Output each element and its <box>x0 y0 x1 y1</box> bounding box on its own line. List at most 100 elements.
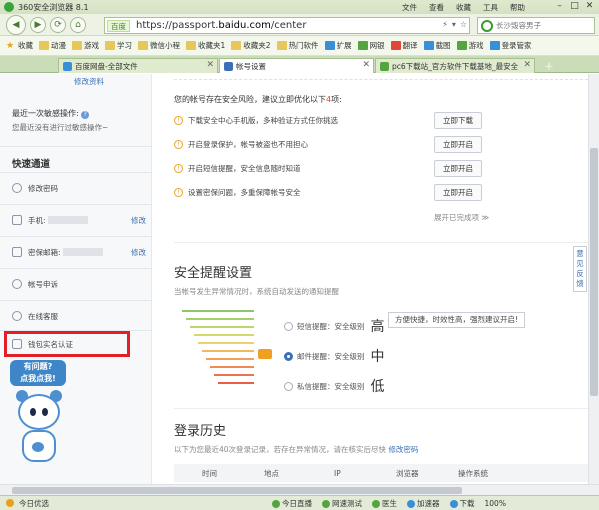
risk-row: ! 开启登录保护，帐号被盗也不用担心 立即开启 <box>174 134 484 154</box>
status-download[interactable]: 下载 <box>449 498 475 509</box>
close-tab-icon[interactable]: ✕ <box>206 60 214 70</box>
bookmark-translate[interactable]: 翻译 <box>390 40 418 51</box>
edit-profile-link[interactable]: 修改资料 <box>74 76 104 87</box>
tab-account-settings[interactable]: 帐号设置 ✕ <box>219 58 374 73</box>
question-icon[interactable]: ? <box>81 111 90 119</box>
bookmark-folder[interactable]: 收藏夹1 <box>186 40 225 51</box>
sms-tip: 方便快捷，时效性高，强烈建议开启! <box>388 312 526 328</box>
alert-option-message[interactable]: 私信提醒：安全级别低 <box>284 376 385 396</box>
help-icon <box>12 311 22 321</box>
radio-button-selected[interactable] <box>284 351 293 361</box>
alert-option-email[interactable]: 邮件提醒：安全级别中 <box>284 346 385 366</box>
star-icon[interactable]: ☆ <box>460 20 467 29</box>
last-operation-desc: 您最近没有进行过敏感操作~ <box>12 123 109 132</box>
alert-option-sms[interactable]: 短信提醒：安全级别高 <box>284 316 385 336</box>
new-tab-icon[interactable]: ＋ <box>544 58 554 73</box>
sidebar-item-change-password[interactable]: 修改密码 <box>0 174 152 202</box>
bookmark-bank[interactable]: 网银 <box>357 40 385 51</box>
menu-view[interactable]: 查看 <box>429 2 444 13</box>
search-input[interactable] <box>496 21 586 30</box>
expand-completed-link[interactable]: 展开已完成项 ≫ <box>434 212 489 223</box>
level-bar <box>182 310 254 312</box>
feedback-button[interactable]: 意见反馈 <box>573 246 587 292</box>
search-engine-icon[interactable] <box>481 19 493 32</box>
risk-row: ! 下载安全中心手机版，多种验证方式任你挑选 立即下载 <box>174 110 484 130</box>
enable-sms-alert-button[interactable]: 立即开启 <box>434 160 482 177</box>
search-box[interactable] <box>477 17 595 34</box>
menu-tools[interactable]: 工具 <box>483 2 498 13</box>
change-password-link[interactable]: 修改密码 <box>388 445 418 454</box>
folder-icon <box>72 41 82 50</box>
scissors-icon <box>423 41 434 50</box>
home-button[interactable]: ⌂ <box>70 16 86 33</box>
url-bar[interactable]: 百度 https://passport.baidu.com/center ⚡ ▾… <box>104 17 470 34</box>
bookmark-folder[interactable]: 热门软件 <box>276 40 319 51</box>
download-icon <box>449 499 458 508</box>
bookmark-login-manager[interactable]: 登录管家 <box>489 40 532 51</box>
lightning-icon[interactable]: ⚡ <box>442 20 448 29</box>
sidebar-item-wallet-verify[interactable]: 钱包实名认证 <box>4 331 130 357</box>
status-zoom[interactable]: 100% <box>485 499 506 508</box>
warning-icon: ! <box>174 139 183 149</box>
dropdown-icon[interactable]: ▾ <box>452 20 456 29</box>
status-live[interactable]: 今日直播 <box>272 498 312 509</box>
bookmark-folder[interactable]: 学习 <box>105 40 132 51</box>
refresh-button[interactable]: ⟳ <box>50 16 66 33</box>
vertical-scrollbar[interactable] <box>588 74 599 494</box>
close-tab-icon[interactable]: ✕ <box>362 60 370 70</box>
column-header: 操作系统 <box>458 468 488 478</box>
speed-icon <box>322 499 330 508</box>
bookmark-screenshot[interactable]: 截图 <box>423 40 451 51</box>
bookmark-extensions[interactable]: 扩展 <box>324 40 352 51</box>
set-security-question-button[interactable]: 立即开启 <box>434 184 482 201</box>
status-speedtest[interactable]: 网速测试 <box>322 498 362 509</box>
phone-icon <box>12 215 22 225</box>
quick-access-title: 快速通道 <box>12 159 51 170</box>
level-slider-handle[interactable] <box>258 349 272 359</box>
folder-icon <box>276 41 287 50</box>
bookmark-folder[interactable]: 动漫 <box>39 40 66 51</box>
modify-phone-link[interactable]: 修改 <box>131 215 146 226</box>
enable-login-protection-button[interactable]: 立即开启 <box>434 136 482 153</box>
sidebar-item-phone[interactable]: 手机: 修改 <box>0 206 152 234</box>
login-history-title: 登录历史 <box>174 424 227 439</box>
tab-bar: 百度网盘-全部文件 ✕ 帐号设置 ✕ pc6下载站_官方软件下载基地_最安全 ✕… <box>0 56 599 73</box>
tab-pc6[interactable]: pc6下载站_官方软件下载基地_最安全 ✕ <box>375 58 535 73</box>
sidebar-item-appeal[interactable]: 帐号申诉 <box>0 270 152 298</box>
radio-button[interactable] <box>284 381 293 391</box>
menu-file[interactable]: 文件 <box>402 2 417 13</box>
today-picks[interactable]: 今日优选 <box>6 498 49 509</box>
close-window-icon[interactable]: ✕ <box>584 1 595 11</box>
download-now-button[interactable]: 立即下载 <box>434 112 482 129</box>
bookmark-folder[interactable]: 收藏夹2 <box>231 40 271 51</box>
sidebar-item-email[interactable]: 密保邮箱: 修改 <box>0 238 152 266</box>
close-tab-icon[interactable]: ✕ <box>523 60 531 70</box>
bookmark-favorites[interactable]: ★ 收藏 <box>6 40 33 51</box>
menu-bar: 文件 查看 收藏 工具 帮助 <box>402 0 525 14</box>
scroll-thumb[interactable] <box>590 148 598 396</box>
mascot-bubble[interactable]: 有问题? 点我点我! <box>10 360 66 386</box>
radio-button[interactable] <box>284 321 293 331</box>
status-accelerator[interactable]: 加速器 <box>407 498 440 509</box>
back-button[interactable]: ◀ <box>6 14 26 35</box>
mascot-head <box>18 394 60 430</box>
masked-value <box>62 248 103 256</box>
horizontal-scrollbar[interactable] <box>0 484 599 495</box>
bookmark-folder[interactable]: 微信小程 <box>138 40 180 51</box>
maximize-icon[interactable]: □ <box>569 1 580 11</box>
bookmark-game[interactable]: 游戏 <box>456 40 484 51</box>
modify-email-link[interactable]: 修改 <box>131 247 146 258</box>
sidebar-item-support[interactable]: 在线客服 <box>0 302 152 330</box>
menu-help[interactable]: 帮助 <box>510 2 525 13</box>
scroll-thumb[interactable] <box>12 487 462 494</box>
minimize-icon[interactable]: – <box>554 1 565 11</box>
forward-button[interactable]: ▶ <box>30 16 46 33</box>
menu-favorites[interactable]: 收藏 <box>456 2 471 13</box>
help-mascot[interactable]: 有问题? 点我点我! <box>10 360 68 478</box>
folder-icon <box>105 41 115 50</box>
title-bar: 360安全浏览器 8.1 文件 查看 收藏 工具 帮助 – □ ✕ <box>0 0 599 14</box>
bookmark-folder[interactable]: 游戏 <box>72 40 99 51</box>
mail-icon <box>12 247 22 257</box>
tab-baidu-pan[interactable]: 百度网盘-全部文件 ✕ <box>58 58 218 73</box>
status-doctor[interactable]: 医生 <box>372 498 397 509</box>
